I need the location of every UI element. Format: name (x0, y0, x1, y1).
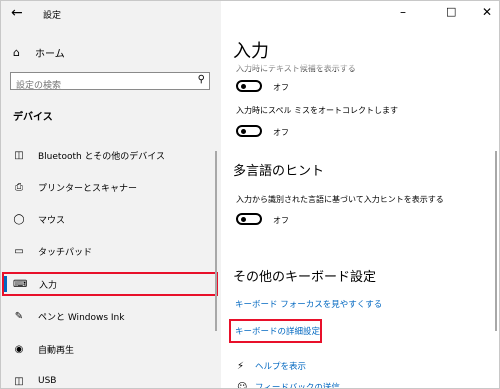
back-arrow-icon[interactable]: ← (11, 5, 27, 21)
title-bar: ← 設定 – □ ✕ (1, 1, 499, 27)
sidebar-item-label: マウス (38, 215, 66, 226)
sidebar: ← 設定 – □ ✕ ⌂ ホーム ⚲ デバイス ◫ Bluetooth とその他… (1, 1, 492, 388)
multilang-label: 入力から識別された言語に基づいて入力ヒントを表示する (236, 195, 444, 204)
sidebar-item-autoplay[interactable]: ◉ 自動再生 (1, 337, 217, 361)
sidebar-item-label: プリンターとスキャナー (38, 183, 138, 194)
sidebar-item-label: USB (38, 376, 57, 386)
close-icon[interactable]: ✕ (482, 5, 492, 19)
toggle-state-label: オフ (273, 128, 289, 137)
advanced-keyboard-settings-link[interactable]: キーボードの詳細設定 (235, 325, 320, 337)
usb-icon: ◫ (14, 375, 24, 387)
sidebar-item-label: タッチパッド (38, 247, 93, 258)
mouse-icon: ◯ (13, 213, 25, 225)
pen-icon: ✎ (14, 310, 24, 322)
sidebar-item-touchpad[interactable]: ▭ タッチパッド (1, 239, 217, 263)
sidebar-item-label: 自動再生 (38, 345, 75, 356)
home-nav-item[interactable]: ⌂ ホーム (13, 43, 65, 61)
toggle-state-label: オフ (273, 216, 289, 225)
sidebar-item-bluetooth[interactable]: ◫ Bluetooth とその他のデバイス (1, 143, 217, 167)
sidebar-item-label: Bluetooth とその他のデバイス (38, 151, 166, 162)
sidebar-item-label: ペンと Windows Ink (38, 312, 125, 323)
other-keyboard-heading: その他のキーボード設定 (233, 270, 377, 285)
autoplay-icon: ◉ (14, 343, 24, 355)
sidebar-scrollbar[interactable] (215, 151, 217, 331)
search-input[interactable] (11, 78, 186, 94)
settings-window: ← 設定 – □ ✕ ⌂ ホーム ⚲ デバイス ◫ Bluetooth とその他… (0, 0, 500, 389)
text-suggestions-toggle[interactable] (236, 80, 262, 92)
settings-search-box[interactable]: ⚲ (10, 72, 210, 94)
multilang-toggle[interactable] (236, 213, 262, 225)
window-title: 設定 (43, 11, 62, 21)
search-icon[interactable]: ⚲ (198, 74, 205, 85)
autocorrect-toggle[interactable] (236, 125, 262, 137)
section-title: デバイス (13, 112, 53, 123)
printer-icon: ⎙ (15, 181, 23, 193)
sidebar-item-input[interactable]: ⌨ 入力 (2, 272, 218, 296)
toggle-state-label: オフ (273, 83, 289, 92)
page-title: 入力 (233, 41, 269, 62)
keyboard-icon: ⌨ (13, 278, 28, 290)
main-scrollbar[interactable] (495, 151, 497, 331)
help-icon: ⚡ (237, 360, 245, 372)
autocorrect-label: 入力時にスペル ミスをオートコレクトします (236, 106, 398, 115)
sidebar-item-pen[interactable]: ✎ ペンと Windows Ink (1, 304, 217, 328)
help-label: ヘルプを表示 (255, 362, 307, 372)
touchpad-icon: ▭ (14, 245, 24, 257)
home-label: ホーム (35, 48, 65, 60)
sidebar-item-label: 入力 (39, 280, 58, 291)
keyboard-focus-link[interactable]: キーボード フォーカスを見やすくする (235, 298, 382, 310)
maximize-icon[interactable]: □ (446, 5, 456, 19)
help-link[interactable]: ⚡ ヘルプを表示 (237, 360, 307, 373)
sidebar-item-usb[interactable]: ◫ USB (1, 369, 217, 388)
bluetooth-devices-icon: ◫ (14, 149, 24, 161)
sidebar-item-printers[interactable]: ⎙ プリンターとスキャナー (1, 175, 217, 199)
multilang-heading: 多言語のヒント (233, 164, 325, 179)
feedback-link[interactable]: ☺ フィードバックの送信 (237, 381, 340, 389)
minimize-icon[interactable]: – (400, 5, 406, 19)
scroll-fade (222, 61, 492, 71)
feedback-label: フィードバックの送信 (255, 383, 340, 389)
home-icon: ⌂ (13, 45, 20, 59)
feedback-icon: ☺ (237, 381, 248, 389)
sidebar-item-mouse[interactable]: ◯ マウス (1, 207, 217, 231)
